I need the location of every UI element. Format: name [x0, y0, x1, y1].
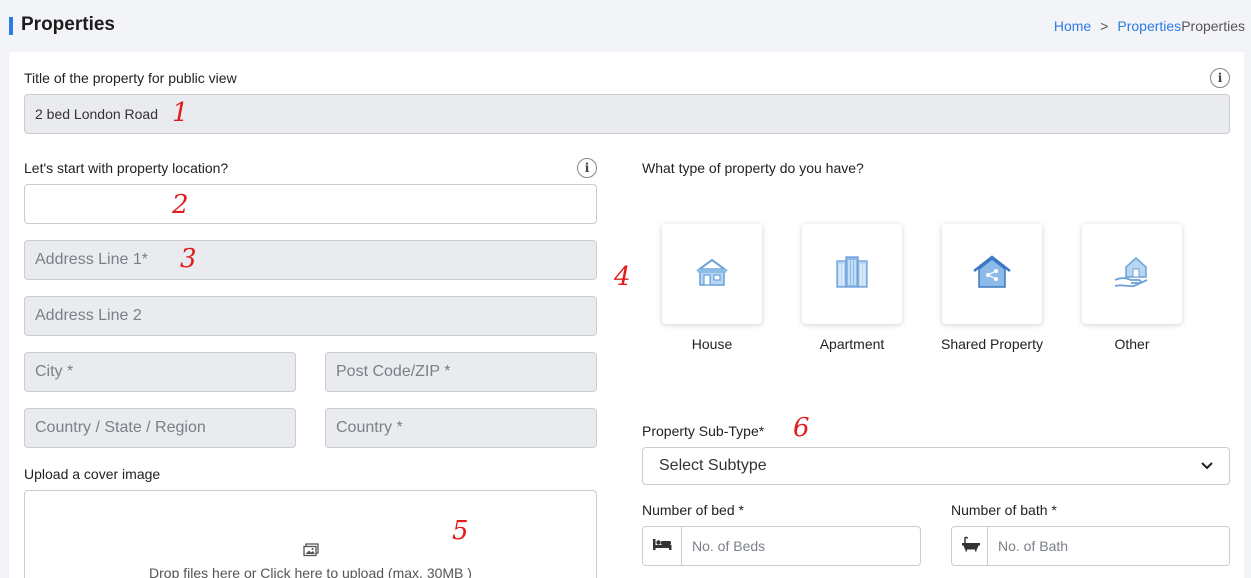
bath-icon: [961, 536, 981, 557]
breadcrumb-separator: >: [1100, 18, 1109, 34]
city-input[interactable]: [24, 352, 296, 392]
property-type-apartment[interactable]: [802, 224, 902, 324]
property-type-other-label: Other: [1114, 336, 1150, 352]
breadcrumb: Home > PropertiesProperties: [1054, 18, 1245, 34]
baths-addon: [951, 526, 991, 566]
house-icon: [694, 257, 730, 292]
breadcrumb-current: Properties: [1181, 18, 1245, 34]
apartment-icon: [834, 255, 870, 294]
address-line-2-input[interactable]: [24, 296, 597, 336]
property-type-house-label: House: [691, 336, 733, 352]
annotation-3: 3: [180, 244, 197, 274]
baths-label: Number of bath *: [951, 502, 1057, 518]
cover-image-dropzone[interactable]: Drop files here or Click here to upload …: [24, 490, 597, 578]
title-info-icon[interactable]: i: [1210, 68, 1230, 88]
beds-addon: [642, 526, 682, 566]
subtype-selected-value: Select Subtype: [659, 457, 767, 474]
annotation-4: 4: [614, 262, 631, 292]
baths-input[interactable]: [987, 526, 1230, 566]
bed-icon: [652, 537, 672, 556]
title-accent-bar: [9, 17, 13, 35]
property-type-other[interactable]: [1082, 224, 1182, 324]
page-header: Properties Home > PropertiesProperties: [0, 0, 1251, 52]
breadcrumb-properties-link[interactable]: Properties: [1117, 18, 1181, 34]
property-type-shared[interactable]: [942, 224, 1042, 324]
beds-input[interactable]: [681, 526, 921, 566]
property-type-shared-label: Shared Property: [941, 336, 1043, 352]
breadcrumb-home-link[interactable]: Home: [1054, 18, 1091, 34]
cover-image-label: Upload a cover image: [24, 466, 161, 482]
page-title: Properties: [21, 14, 115, 35]
location-label: Let's start with property location?: [24, 160, 229, 176]
images-icon: [303, 543, 319, 562]
annotation-6: 6: [793, 413, 810, 443]
annotation-1: 1: [172, 98, 189, 128]
title-label: Title of the property for public view: [24, 70, 237, 86]
location-info-icon[interactable]: i: [577, 158, 597, 178]
beds-label: Number of bed *: [642, 502, 744, 518]
chevron-down-icon: [1201, 457, 1213, 475]
dropzone-text: Drop files here or Click here to upload …: [149, 565, 472, 578]
annotation-5: 5: [452, 516, 469, 546]
subtype-label: Property Sub-Type*: [642, 423, 765, 439]
property-type-apartment-label: Apartment: [819, 336, 885, 352]
title-input[interactable]: [24, 94, 1230, 134]
postcode-input[interactable]: [325, 352, 597, 392]
shared-property-icon: [971, 254, 1013, 295]
annotation-2: 2: [172, 190, 189, 220]
property-type-question: What type of property do you have?: [642, 160, 864, 176]
location-input[interactable]: [24, 184, 597, 224]
subtype-select[interactable]: Select Subtype: [642, 447, 1230, 485]
address-line-1-input[interactable]: [24, 240, 597, 280]
property-type-house[interactable]: [662, 224, 762, 324]
region-input[interactable]: [24, 408, 296, 448]
other-property-icon: [1112, 253, 1152, 296]
country-input[interactable]: [325, 408, 597, 448]
